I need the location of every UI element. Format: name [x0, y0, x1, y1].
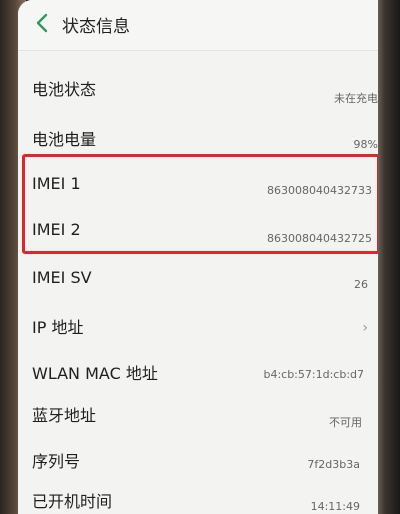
row-value: 7f2d3b3a — [307, 458, 360, 471]
row-bluetooth-address[interactable]: 蓝牙地址 不可用 — [18, 398, 390, 444]
imei-highlight-box — [22, 154, 380, 254]
chevron-right-icon: › — [362, 320, 368, 336]
row-label: WLAN MAC 地址 — [32, 364, 158, 383]
row-value: b4:cb:57:1d:cb:d7 — [263, 368, 364, 381]
status-info-screen: 状态信息 电池状态 未在充电 电池电量 98% IMEI 1 863008040… — [18, 0, 390, 514]
phone-bezel-right — [378, 0, 400, 514]
row-battery-level[interactable]: 电池电量 98% — [18, 108, 390, 154]
row-uptime[interactable]: 已开机时间 14:11:49 — [18, 484, 390, 514]
row-imei-sv[interactable]: IMEI SV 26 — [18, 258, 390, 304]
row-label: 已开机时间 — [32, 492, 113, 511]
row-value: 未在充电 — [334, 92, 378, 105]
row-ip-address[interactable]: IP 地址 › — [18, 306, 390, 352]
row-value: 14:11:49 — [310, 500, 360, 513]
row-value: 98% — [353, 138, 378, 151]
row-value: 26 — [354, 278, 368, 291]
row-wlan-mac[interactable]: WLAN MAC 地址 b4:cb:57:1d:cb:d7 — [18, 352, 390, 398]
chevron-left-icon[interactable] — [32, 12, 54, 34]
row-label: 蓝牙地址 — [32, 406, 97, 425]
page-title: 状态信息 — [62, 17, 130, 37]
row-label: IMEI SV — [32, 268, 92, 287]
row-serial-number[interactable]: 序列号 7f2d3b3a — [18, 442, 390, 488]
app-header: 状态信息 — [18, 0, 390, 51]
row-value: 不可用 — [329, 416, 362, 429]
row-label: 序列号 — [32, 452, 81, 471]
row-label: IP 地址 — [32, 318, 84, 337]
row-battery-status[interactable]: 电池状态 未在充电 — [18, 62, 390, 108]
row-label: 电池电量 — [32, 130, 97, 149]
row-label: 电池状态 — [32, 80, 97, 99]
